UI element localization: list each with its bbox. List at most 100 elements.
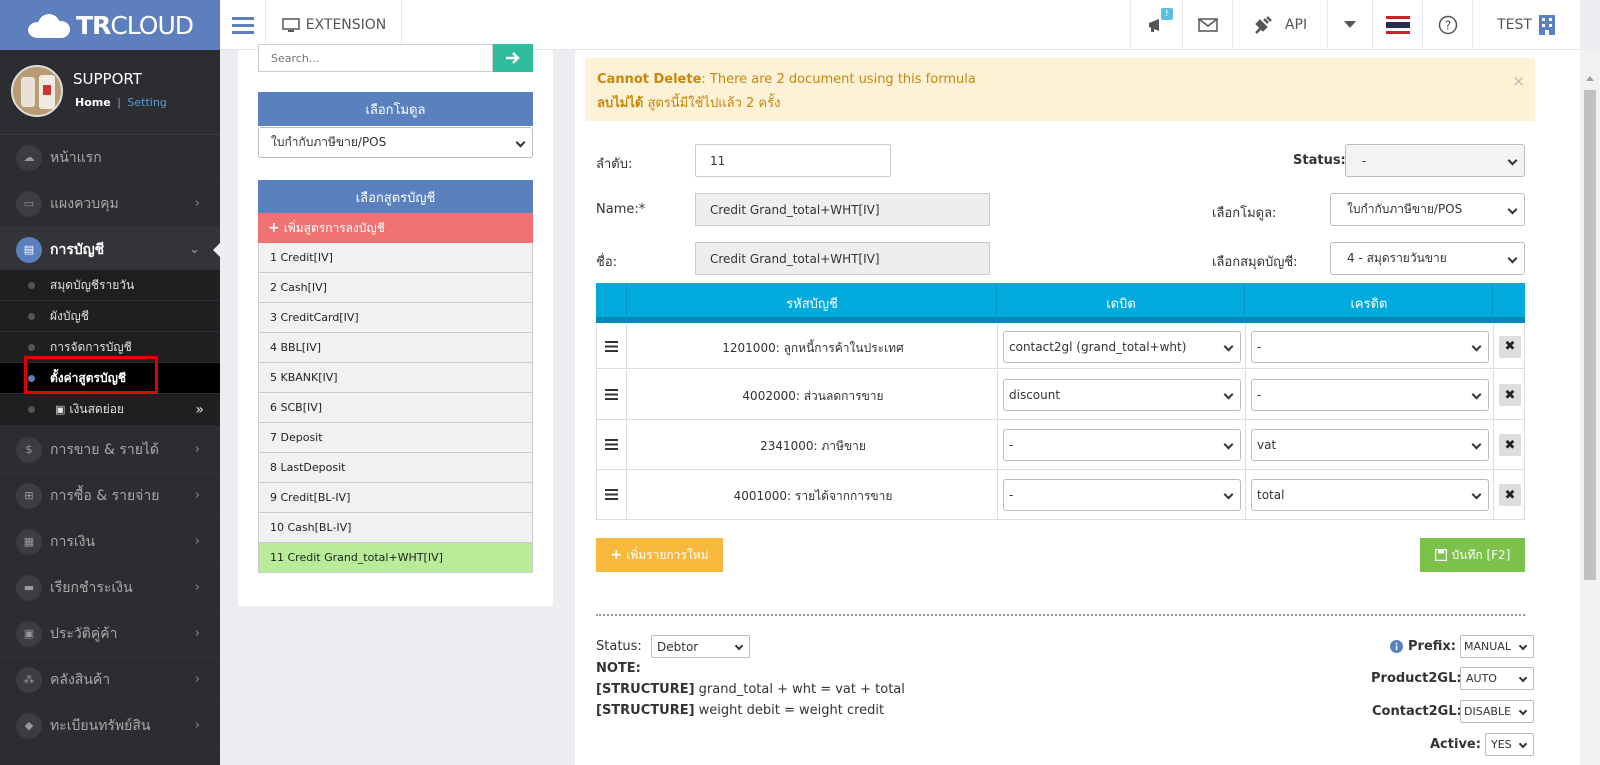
monitor-icon	[281, 17, 300, 32]
chevron-down-icon: ⌄	[189, 242, 200, 257]
setting-link[interactable]: Setting	[127, 96, 166, 109]
chevron-right-icon: ›	[194, 488, 200, 503]
active-value: YES	[1491, 738, 1512, 751]
debit-select[interactable]: -	[1003, 429, 1241, 461]
credit-select[interactable]: total	[1251, 479, 1489, 511]
divider	[596, 614, 1525, 616]
formula-item[interactable]: 2 Cash[IV]	[258, 273, 533, 303]
sidebar-item-sales[interactable]: $ การขาย & รายได้ ›	[0, 427, 220, 473]
add-row-label: เพิ่มรายการใหม่	[626, 547, 709, 562]
dollar-icon: $	[16, 436, 42, 463]
debit-value: -	[1009, 438, 1014, 452]
sidebar-subitem-chart-of-accounts[interactable]: ผังบัญชี	[0, 301, 220, 332]
hamburger-menu-button[interactable]	[220, 0, 266, 50]
order-input[interactable]: 11	[695, 144, 891, 177]
delete-row-button[interactable]: ✖	[1499, 384, 1521, 406]
chevron-right-icon: ›	[194, 580, 200, 595]
chevron-right-icon: ›	[194, 718, 200, 733]
journal-select[interactable]: 4 - สมุดรายวันขาย	[1330, 242, 1525, 275]
debit-select[interactable]: discount	[1003, 379, 1241, 411]
sidebar-item-home[interactable]: ☁ หน้าแรก	[0, 135, 220, 181]
scroll-up-arrow[interactable]	[1586, 76, 1594, 81]
thai-name-input[interactable]: Credit Grand_total+WHT[IV]	[695, 242, 990, 275]
sidebar-item-finance[interactable]: ▦ การเงิน ›	[0, 519, 220, 565]
sidebar-item-inventory[interactable]: ⁂ คลังสินค้า ›	[0, 657, 220, 703]
table-row: 1201000: ลูกหนี้การค้าในประเทศ contact2gl…	[596, 324, 1525, 369]
chevron-right-icon: ›	[194, 626, 200, 641]
alert-title-en: Cannot Delete	[597, 72, 702, 87]
thai-flag-icon	[1385, 16, 1410, 34]
extension-button[interactable]: EXTENSION	[267, 0, 402, 50]
drag-handle[interactable]	[597, 324, 627, 368]
delete-row-button[interactable]: ✖	[1499, 484, 1521, 506]
credit-select[interactable]: -	[1251, 379, 1489, 411]
sidebar-item-purchases[interactable]: ⊞ การซื้อ & รายจ่าย ›	[0, 473, 220, 519]
sidebar-item-label: แผงควบคุม	[50, 195, 119, 212]
dropdown-toggle[interactable]	[1327, 0, 1372, 50]
formula-item[interactable]: 7 Deposit	[258, 423, 533, 453]
sidebar-item-billing[interactable]: ▬ เรียกชำระเงิน ›	[0, 565, 220, 611]
delete-row-button[interactable]: ✖	[1499, 335, 1521, 358]
formula-item[interactable]: 5 KBANK[IV]	[258, 363, 533, 393]
avatar[interactable]	[11, 65, 63, 117]
name-input[interactable]: Credit Grand_total+WHT[IV]	[695, 193, 990, 226]
search-input[interactable]	[258, 44, 493, 72]
cloud-icon: ☁	[16, 144, 42, 171]
prefix-select[interactable]: MANUAL	[1460, 635, 1534, 658]
contact2gl-select[interactable]: DISABLE	[1460, 700, 1534, 723]
help-button[interactable]: ?	[1422, 0, 1472, 50]
add-row-button[interactable]: + เพิ่มรายการใหม่	[596, 538, 723, 572]
debit-select[interactable]: -	[1003, 479, 1241, 511]
drag-handle[interactable]	[597, 370, 627, 419]
bottom-status-select[interactable]: Debtor	[651, 635, 750, 658]
formula-item[interactable]: 4 BBL[IV]	[258, 333, 533, 363]
user-menu-button[interactable]: TEST	[1472, 0, 1580, 50]
structure-text-1: grand_total + wht = vat + total	[694, 682, 905, 697]
module-select[interactable]: ใบกำกับภาษีขาย/POS	[258, 127, 533, 158]
language-button[interactable]	[1372, 0, 1422, 50]
product2gl-select[interactable]: AUTO	[1460, 667, 1534, 690]
formula-item[interactable]: 6 SCB[IV]	[258, 393, 533, 423]
caret-down-icon	[1518, 641, 1528, 650]
delete-row-button[interactable]: ✖	[1499, 434, 1521, 456]
scrollbar-thumb[interactable]	[1584, 90, 1596, 580]
home-link[interactable]: Home	[75, 96, 111, 109]
alert-close-button[interactable]: ×	[1512, 72, 1525, 90]
table-row: 4002000: ส่วนลดการขาย discount - ✖	[596, 370, 1525, 420]
mail-button[interactable]	[1182, 0, 1232, 50]
sidebar-subitem-petty-cash[interactable]: ▣ เงินสดย่อย »	[0, 394, 220, 426]
status-select[interactable]: -	[1345, 144, 1525, 177]
notification-button[interactable]: !	[1130, 0, 1182, 50]
page-scrollbar[interactable]	[1580, 50, 1600, 765]
active-select[interactable]: YES	[1485, 733, 1534, 756]
formula-item[interactable]: 10 Cash[BL-IV]	[258, 513, 533, 543]
credit-select[interactable]: vat	[1251, 429, 1489, 461]
formula-list-panel: เลือกโมดูล ใบกำกับภาษีขาย/POS เลือกสูตรบ…	[238, 44, 553, 606]
drag-handle[interactable]	[597, 420, 627, 469]
module-header: เลือกโมดูล	[258, 92, 533, 126]
sidebar-item-dashboard[interactable]: ▭ แผงควบคุม ›	[0, 181, 220, 227]
debit-select[interactable]: contact2gl (grand_total+wht)	[1003, 330, 1241, 363]
module-select-main[interactable]: ใบกำกับภาษีขาย/POS	[1330, 193, 1525, 226]
sidebar-subitem-daily-journal[interactable]: สมุดบัญชีรายวัน	[0, 270, 220, 301]
formula-item[interactable]: 8 LastDeposit	[258, 453, 533, 483]
credit-select[interactable]: -	[1251, 330, 1489, 363]
drag-handle[interactable]	[597, 470, 627, 519]
search-button[interactable]	[493, 44, 533, 72]
add-formula-button[interactable]: + เพิ่มสูตรการลงบัญชี	[258, 213, 533, 243]
boxes-icon: ⁂	[16, 666, 42, 693]
prefix-value: MANUAL	[1464, 640, 1511, 653]
api-button[interactable]: API	[1232, 0, 1327, 50]
formula-item-active[interactable]: 11 Credit Grand_total+WHT[IV]	[258, 543, 533, 573]
caret-down-icon	[1518, 739, 1528, 748]
sidebar-item-assets[interactable]: ◆ ทะเบียนทรัพย์สิน ›	[0, 703, 220, 749]
caret-down-icon	[1518, 706, 1528, 715]
brand-bold: TR	[76, 10, 111, 40]
formula-item[interactable]: 9 Credit[BL-IV]	[258, 483, 533, 513]
sidebar-item-contacts[interactable]: ▣ ประวัติคู่ค้า ›	[0, 611, 220, 657]
brand-logo[interactable]: TR CLOUD	[0, 0, 220, 50]
formula-item[interactable]: 1 Credit[IV]	[258, 243, 533, 273]
formula-item[interactable]: 3 CreditCard[IV]	[258, 303, 533, 333]
sidebar-item-accounting[interactable]: ▤ การบัญชี ⌄	[0, 227, 220, 273]
save-button[interactable]: บันทึก [F2]	[1420, 538, 1525, 572]
